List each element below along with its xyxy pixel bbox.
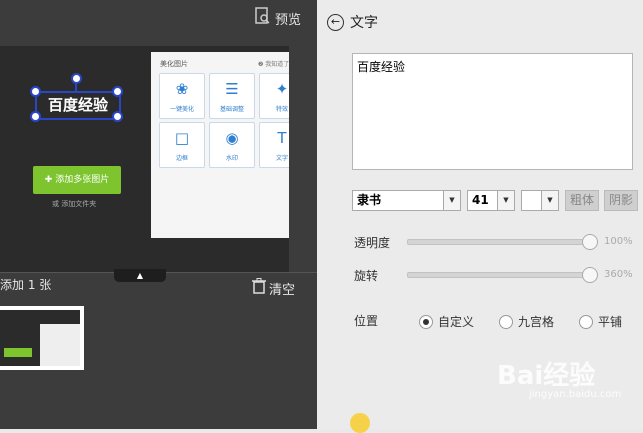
radio-custom-label: 自定义 [438,315,475,329]
tulip-icon: ❀ [175,80,189,98]
tile-basic[interactable]: ☰ 基础调整 [209,73,255,119]
opacity-value: 100% [604,236,633,247]
text-icon: T [277,129,287,147]
resize-handle-br[interactable] [112,111,123,122]
chevron-up-icon: ▲ [136,271,144,280]
sliders-icon: ☰ [225,80,239,98]
rotate-value: 360% [604,269,633,280]
baidu-watermark-logo: Bai经验 [497,361,596,391]
left-pane: 预览 百度经验 ✚ 添加多张图片 或 添加文件夹 美化图片 ❷ 我知道了 ❀ 一… [0,0,317,429]
clear-label: 清空 [269,282,296,298]
tile-watermark[interactable]: ◉ 水印 [209,122,255,168]
shadow-button[interactable]: 阴影 [604,190,638,211]
font-value: 隶书 [357,193,382,207]
rotate-handle[interactable] [71,73,82,84]
radio-tile-label: 平铺 [598,315,623,329]
radio-tile[interactable]: 平铺 [579,313,622,330]
image-canvas[interactable]: 百度经验 ✚ 添加多张图片 或 添加文件夹 美化图片 ❷ 我知道了 ❀ 一键美化… [0,46,289,272]
radio-tile-dot[interactable] [579,314,593,329]
position-label: 位置 [354,314,379,328]
text-input[interactable] [352,53,633,170]
panel-heading: 美化图片 [160,60,188,68]
thumbnail-preview [0,310,80,366]
radio-custom-dot[interactable] [419,314,433,329]
opacity-label: 透明度 [354,236,391,250]
radio-nine-grid-label: 九宫格 [518,315,555,329]
add-images-button[interactable]: ✚ 添加多张图片 [33,166,121,194]
opacity-slider-thumb[interactable] [582,234,598,250]
thumb-button [4,348,32,357]
pane-title: 文字 [350,15,378,31]
preview-label: 预览 [275,12,302,28]
size-select[interactable]: 41 ▼ [467,190,515,211]
sun-icon [350,413,370,433]
preview-button[interactable]: 预览 [255,7,301,29]
resize-handle-bl[interactable] [30,111,41,122]
left-toolbar: 预览 [0,0,317,46]
resize-handle-tr[interactable] [112,86,123,97]
tile-text[interactable]: T 文字 [259,122,289,168]
chevron-down-icon[interactable]: ▼ [541,191,558,210]
radio-nine-grid[interactable]: 九宫格 [499,313,554,330]
magic-wand-icon: ✦ [275,80,289,98]
text-overlay[interactable]: 百度经验 [35,91,121,120]
beautify-panel: 美化图片 ❷ 我知道了 ❀ 一键美化 ☰ 基础调整 ✦ 特效 □ 边框 ◉ 水印 [151,52,289,238]
baidu-watermark-url: jingyan.baidu.com [529,389,622,400]
bold-button[interactable]: 粗体 [565,190,599,211]
add-folder-link[interactable]: 或 添加文件夹 [52,199,96,209]
panel-tip[interactable]: ❷ 我知道了 [258,59,289,68]
chevron-down-icon[interactable]: ▼ [497,191,514,210]
size-value: 41 [472,193,489,207]
color-select[interactable]: ▼ [521,190,559,211]
back-button[interactable]: ← 文字 [327,12,378,32]
text-settings-pane: ← 文字 隶书 ▼ 41 ▼ ▼ 粗体 阴影 透明度 100% 旋转 360% … [317,0,643,433]
tile-one-click[interactable]: ❀ 一键美化 [159,73,205,119]
radio-nine-grid-dot[interactable] [499,314,513,329]
radio-custom[interactable]: 自定义 [419,313,474,330]
thumb-panel [40,324,80,366]
trash-icon [252,278,266,298]
preview-icon [255,7,271,29]
image-count: 添加 1 张 [0,278,52,292]
opacity-slider[interactable] [407,234,598,250]
watermark-icon: ◉ [225,129,239,147]
rotate-slider[interactable] [407,267,598,283]
tile-frame[interactable]: □ 边框 [159,122,205,168]
clear-button[interactable]: 清空 [252,278,295,298]
resize-handle-tl[interactable] [30,86,41,97]
square-frame-icon: □ [174,129,190,147]
rotate-label: 旋转 [354,269,379,283]
image-thumbnail[interactable] [0,306,84,370]
chevron-down-icon[interactable]: ▼ [443,191,460,210]
back-arrow-icon: ← [327,13,344,31]
font-select[interactable]: 隶书 ▼ [352,190,461,211]
collapse-toggle[interactable]: ▲ [114,269,166,282]
rotate-slider-thumb[interactable] [582,267,598,283]
tile-effects[interactable]: ✦ 特效 [259,73,289,119]
